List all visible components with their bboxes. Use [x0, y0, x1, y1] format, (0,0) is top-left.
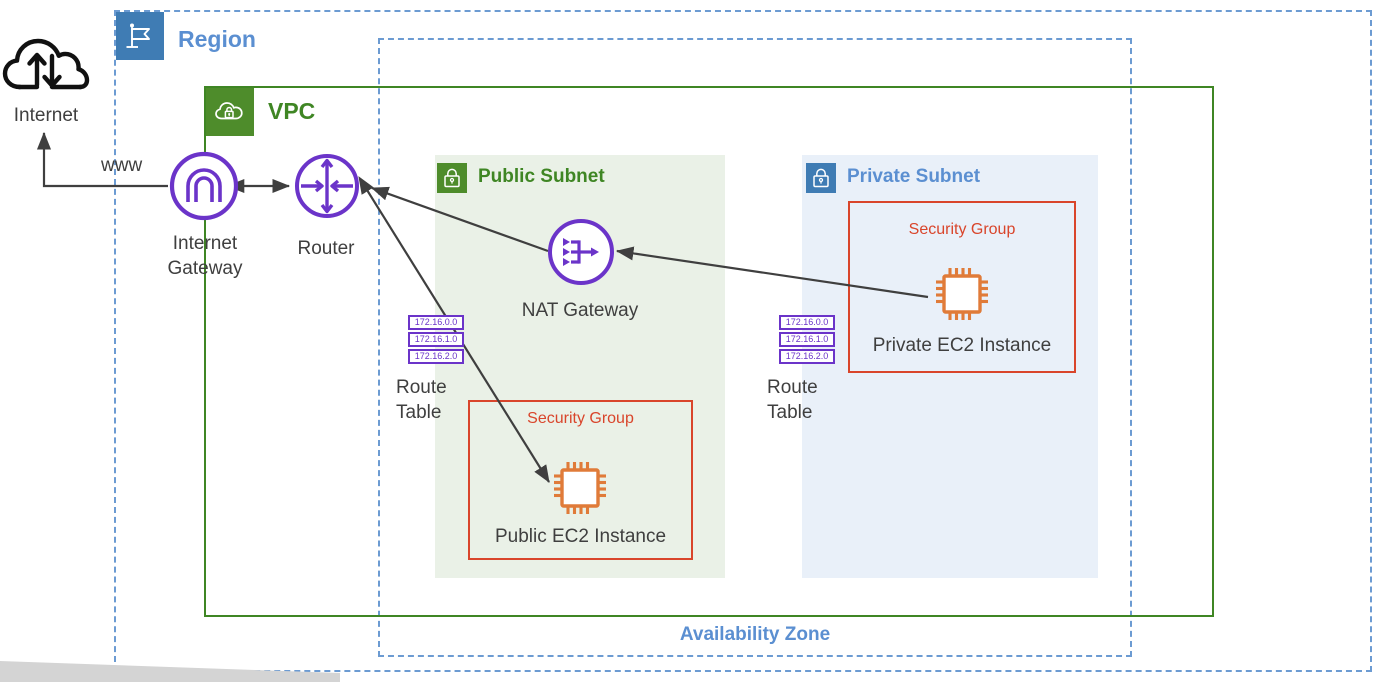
internet-gateway-icon [168, 150, 240, 227]
public-ec2-label: Public EC2 Instance [494, 526, 667, 547]
route-entry: 172.16.1.0 [408, 332, 464, 347]
private-route-table-label-line1: Route [767, 377, 818, 398]
route-entry: 172.16.0.0 [779, 315, 835, 330]
public-route-table-label-line2: Table [396, 402, 442, 423]
public-subnet-label: Public Subnet [478, 166, 605, 187]
nat-gateway-label: NAT Gateway [521, 300, 639, 321]
router-icon [293, 152, 361, 225]
www-label: www [101, 155, 143, 176]
public-route-table-entries: 172.16.0.0 172.16.1.0 172.16.2.0 [408, 315, 464, 366]
public-security-group-label: Security Group [527, 410, 634, 427]
router-label: Router [297, 238, 355, 259]
internet-gateway-label-line1: Internet [172, 233, 238, 254]
region-label: Region [178, 26, 256, 52]
internet-gateway-label: Internet Gateway [140, 231, 270, 281]
private-subnet-label: Private Subnet [847, 166, 981, 187]
route-entry: 172.16.0.0 [408, 315, 464, 330]
nat-gateway-icon [546, 217, 616, 292]
private-route-table-label-line2: Table [767, 402, 813, 423]
public-ec2-chip-icon [548, 456, 612, 525]
public-route-table-label-line1: Route [396, 377, 447, 398]
private-route-table-label: Route Table [767, 375, 847, 425]
private-ec2-chip-icon [930, 262, 994, 331]
public-subnet-lock-icon [437, 163, 467, 193]
region-flag-icon [116, 12, 164, 60]
private-route-table-entries: 172.16.0.0 172.16.1.0 172.16.2.0 [779, 315, 835, 366]
route-entry: 172.16.2.0 [779, 349, 835, 364]
internet-cloud-updown-arrows-icon [2, 30, 90, 107]
vpc-cloud-lock-icon [206, 88, 254, 136]
route-entry: 172.16.2.0 [408, 349, 464, 364]
public-route-table-label: Route Table [396, 375, 476, 425]
internet-label: Internet [13, 105, 79, 126]
internet-gateway-label-line2: Gateway [167, 258, 243, 279]
private-security-group-label: Security Group [908, 221, 1016, 238]
private-ec2-label: Private EC2 Instance [872, 335, 1052, 356]
vpc-architecture-diagram: Region VPC Availability Zone Internet ww… [0, 0, 1384, 682]
availability-zone-label: Availability Zone [679, 624, 831, 645]
vpc-label: VPC [268, 98, 316, 124]
private-subnet-lock-icon [806, 163, 836, 193]
route-entry: 172.16.1.0 [779, 332, 835, 347]
